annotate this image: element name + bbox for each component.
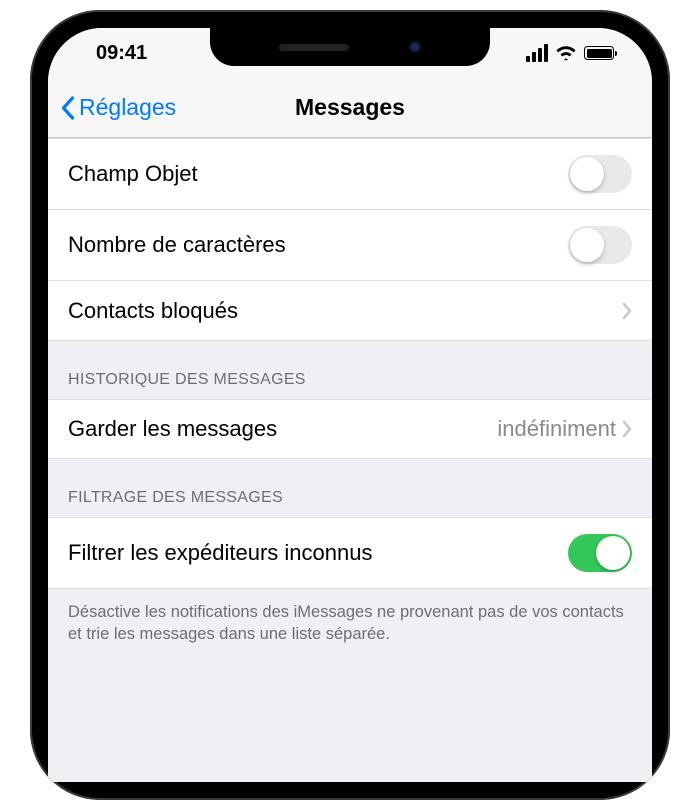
section-header-filtering: FILTRAGE DES MESSAGES bbox=[48, 459, 652, 517]
wifi-icon bbox=[555, 45, 577, 61]
row-keep-messages[interactable]: Garder les messages indéfiniment bbox=[48, 399, 652, 459]
row-label: Contacts bloqués bbox=[68, 298, 238, 324]
page-title: Messages bbox=[295, 94, 405, 121]
row-filter-unknown[interactable]: Filtrer les expéditeurs inconnus bbox=[48, 517, 652, 589]
section-header-history: HISTORIQUE DES MESSAGES bbox=[48, 341, 652, 399]
battery-icon bbox=[584, 46, 614, 60]
row-label: Nombre de caractères bbox=[68, 232, 286, 258]
toggle-filter-unknown[interactable] bbox=[568, 534, 632, 572]
row-label: Champ Objet bbox=[68, 161, 198, 187]
row-blocked-contacts[interactable]: Contacts bloqués bbox=[48, 281, 652, 341]
row-character-count[interactable]: Nombre de caractères bbox=[48, 210, 652, 281]
chevron-right-icon bbox=[622, 302, 632, 320]
back-label: Réglages bbox=[79, 94, 176, 121]
cellular-signal-icon bbox=[526, 44, 548, 62]
chevron-right-icon bbox=[622, 420, 632, 438]
notch bbox=[210, 28, 490, 66]
screen: 09:41 Réglages Messages bbox=[48, 28, 652, 782]
nav-bar: Réglages Messages bbox=[48, 78, 652, 138]
speaker-grille bbox=[279, 44, 349, 51]
status-time: 09:41 bbox=[78, 42, 147, 65]
section-footer-filtering: Désactive les notifications des iMessage… bbox=[48, 589, 652, 666]
toggle-subject-field[interactable] bbox=[568, 155, 632, 193]
toggle-character-count[interactable] bbox=[568, 226, 632, 264]
phone-frame: 09:41 Réglages Messages bbox=[30, 10, 670, 800]
row-label: Garder les messages bbox=[68, 416, 277, 442]
row-label: Filtrer les expéditeurs inconnus bbox=[68, 540, 372, 566]
settings-content: Champ Objet Nombre de caractères Contact… bbox=[48, 138, 652, 666]
front-camera bbox=[409, 41, 421, 53]
back-button[interactable]: Réglages bbox=[60, 94, 176, 121]
chevron-left-icon bbox=[60, 96, 75, 120]
row-value: indéfiniment bbox=[497, 416, 616, 442]
row-subject-field[interactable]: Champ Objet bbox=[48, 138, 652, 210]
